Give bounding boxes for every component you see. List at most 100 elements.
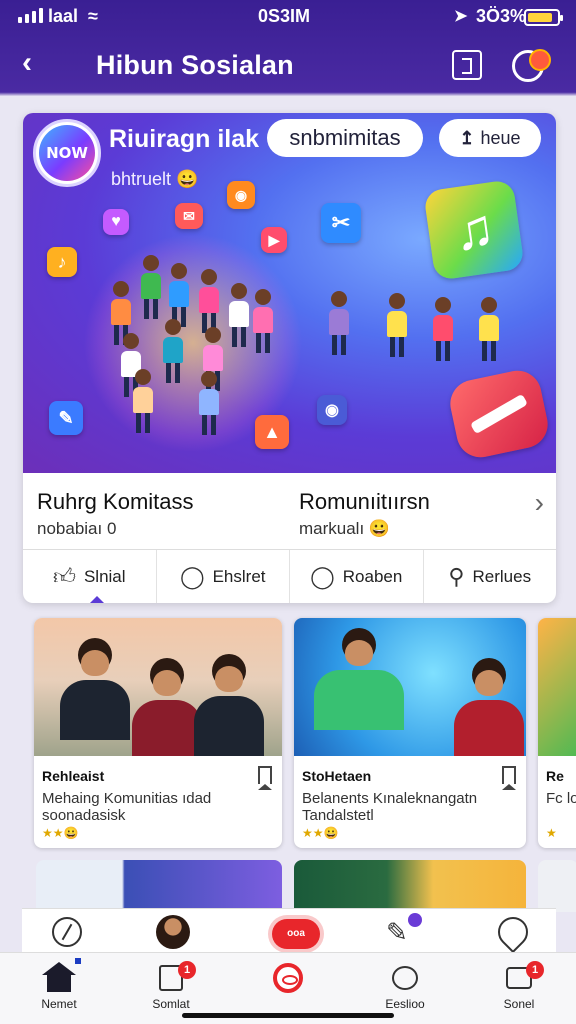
nav-documents[interactable]: 1 Somlat: [126, 961, 216, 1011]
person-figure: [229, 283, 249, 347]
tab-label: Ehslret: [212, 566, 266, 586]
card-image: [294, 618, 526, 756]
nav-label: Somlat: [152, 997, 190, 1011]
logo-badge: NOW: [33, 119, 101, 187]
nav-record[interactable]: [243, 961, 333, 997]
arrow-tile-icon: ▲: [255, 415, 289, 449]
action-tabs: 👍︎ Slnial ◯ Ehslret ◯ Roaben ⚲ Rerlues: [23, 549, 556, 603]
community-name-right[interactable]: Romunıitıırsn: [299, 489, 430, 515]
battery-percent: 3Ö3%: [476, 6, 527, 26]
nav-badge: 1: [526, 961, 544, 979]
notification-dot: [529, 49, 551, 71]
share-pill[interactable]: ↥ heue: [439, 119, 541, 157]
chat-icon: ◯: [310, 563, 335, 589]
nav-home[interactable]: Nemet: [14, 958, 104, 1011]
person-figure: [199, 269, 219, 333]
person-figure: [253, 289, 273, 353]
page-title: Hibun Sosialan: [96, 50, 294, 80]
play-tile-icon: ▶: [261, 227, 287, 253]
avatar[interactable]: [156, 915, 190, 949]
heart-small-icon: ♥: [103, 209, 129, 235]
community-search-pill[interactable]: snbmimitas: [267, 119, 423, 157]
community-info-row: Ruhrg Komitass nobabiaı 0 Romunıitıırsn …: [23, 473, 556, 549]
photo-tile-icon: ◉: [227, 181, 255, 209]
chat-bubble-icon: [392, 966, 418, 990]
content-card[interactable]: Re Fc lo ★: [538, 618, 576, 848]
tab-label: Roaben: [342, 566, 403, 586]
app-header: ‹ Hibun Sosialan: [0, 34, 576, 96]
quick-actions-bar: ooa ✎: [22, 908, 556, 954]
logo-text: NOW: [39, 125, 95, 181]
person-figure: [387, 293, 407, 357]
card-description: Belanents Kınaleknangatn Tandalstetl: [302, 790, 478, 824]
card-title: Rehleaist: [42, 768, 105, 784]
tab-label: Slnial: [83, 566, 126, 586]
tab-comment[interactable]: ◯ Ehslret: [157, 550, 290, 603]
community-meta-right: markualı 😀: [299, 519, 391, 538]
card-title: Re: [546, 768, 564, 784]
person-figure: [199, 371, 219, 435]
bookmark-icon[interactable]: [258, 766, 272, 790]
card-rating: ★★😀: [42, 826, 79, 840]
home-indicator[interactable]: [182, 1013, 394, 1018]
card-image: [538, 618, 576, 756]
tab-like[interactable]: 👍︎ Slnial: [23, 550, 157, 603]
tab-search[interactable]: ⚲ Rerlues: [424, 550, 557, 603]
hero-subtitle: bhtruelt 😀: [111, 169, 199, 189]
person-figure: [163, 319, 183, 383]
card-rating: ★★😀: [302, 826, 339, 840]
nav-label: Eeslioo: [385, 997, 425, 1011]
person-figure: [169, 263, 189, 327]
camera-tile-icon: ◉: [317, 395, 347, 425]
compass-icon[interactable]: [52, 917, 82, 947]
battery-icon: [524, 9, 563, 26]
bookmark-icon[interactable]: [502, 766, 516, 790]
battery-fill: [528, 13, 552, 22]
nav-label: Nemet: [41, 997, 77, 1011]
tab-chat[interactable]: ◯ Roaben: [290, 550, 424, 603]
edit-badge: [408, 913, 422, 927]
person-figure: [133, 369, 153, 433]
person-figure: [479, 297, 499, 361]
chat-tile-icon: ✉: [175, 203, 203, 229]
card-image: [34, 618, 282, 756]
card-description: Mehaing Komunitias ıdad soonadasisk: [42, 790, 212, 824]
content-card[interactable]: StoHetaen Belanents Kınaleknangatn Tanda…: [294, 618, 526, 848]
wifi-icon: ≈: [88, 6, 98, 26]
tab-label: Rerlues: [472, 566, 532, 586]
share-icon: ↥: [459, 128, 475, 148]
music-note-icon: ♫: [423, 179, 525, 281]
hero-title: Riuiragn ilak: [109, 125, 260, 153]
hero-banner: NOW Riuiragn ilak bhtruelt 😀 snbmimitas …: [23, 113, 556, 473]
bottom-nav: Nemet 1 Somlat Eeslioo 1 Sonel: [0, 952, 576, 1024]
location-pin-icon[interactable]: [491, 910, 535, 954]
person-figure: [329, 291, 349, 355]
search-icon: ⚲: [448, 563, 465, 589]
chevron-left-icon[interactable]: ‹: [22, 48, 32, 78]
card-description: Fc lo: [546, 790, 576, 807]
nav-inbox[interactable]: 1 Sonel: [474, 961, 564, 1011]
nav-chat[interactable]: Eeslioo: [360, 961, 450, 1011]
person-figure: [433, 297, 453, 361]
heart-icon: [445, 366, 553, 462]
content-card-preview[interactable]: [294, 860, 526, 912]
content-card-preview[interactable]: [538, 860, 576, 912]
chevron-right-icon[interactable]: ›: [535, 487, 544, 519]
record-button[interactable]: ooa: [272, 919, 320, 949]
thumbs-up-icon: 👍︎: [52, 564, 76, 589]
content-feed: Rehleaist Mehaing Komunitias ıdad soonad…: [0, 612, 576, 912]
community-meta-left: nobabiaı 0: [37, 519, 117, 538]
frame-icon[interactable]: [452, 50, 482, 80]
game-tile-icon: ✎: [49, 401, 83, 435]
card-rating: ★: [546, 826, 557, 840]
nav-badge: 1: [178, 961, 196, 979]
content-card[interactable]: Rehleaist Mehaing Komunitias ıdad soonad…: [34, 618, 282, 848]
status-time: 0S3IM: [258, 6, 311, 26]
edit-icon[interactable]: ✎: [386, 913, 422, 947]
record-icon: [273, 963, 303, 993]
content-card-preview[interactable]: [36, 860, 282, 912]
community-name-left[interactable]: Ruhrg Komitass: [37, 489, 194, 515]
notification-icon[interactable]: [512, 49, 551, 82]
music-tile-icon: ♪: [47, 247, 77, 277]
status-bar: laal ≈ 0S3IM ➤ 3Ö3%: [0, 0, 576, 34]
